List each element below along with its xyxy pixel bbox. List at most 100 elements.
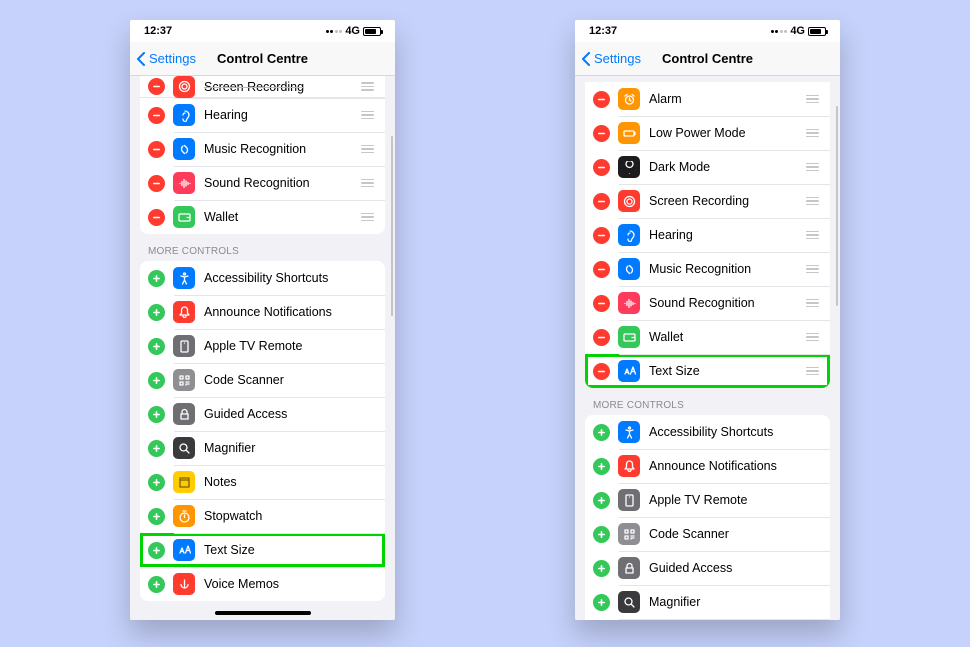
- remove-button[interactable]: [593, 363, 610, 380]
- accessibility-icon: [618, 421, 640, 443]
- drag-handle[interactable]: [804, 129, 820, 138]
- add-button[interactable]: [148, 270, 165, 287]
- remove-button[interactable]: [148, 209, 165, 226]
- list-row[interactable]: Sound Recognition: [585, 286, 830, 320]
- remove-button[interactable]: [148, 107, 165, 124]
- add-button[interactable]: [148, 474, 165, 491]
- add-button[interactable]: [148, 304, 165, 321]
- list-row[interactable]: Notes: [140, 465, 385, 499]
- scrollbar[interactable]: [836, 106, 838, 306]
- back-button[interactable]: Settings: [581, 51, 641, 66]
- drag-handle[interactable]: [804, 163, 820, 172]
- add-button[interactable]: [593, 526, 610, 543]
- drag-handle[interactable]: [804, 197, 820, 206]
- list-row[interactable]: Low Power Mode: [585, 116, 830, 150]
- drag-handle[interactable]: [804, 265, 820, 274]
- row-label: Accessibility Shortcuts: [649, 425, 822, 439]
- list-row[interactable]: Code Scanner: [140, 363, 385, 397]
- drag-handle[interactable]: [359, 179, 375, 188]
- notes-icon: [173, 471, 195, 493]
- add-button[interactable]: [148, 440, 165, 457]
- scrollbar[interactable]: [391, 136, 393, 316]
- remove-button[interactable]: [593, 91, 610, 108]
- list-row[interactable]: Accessibility Shortcuts: [585, 415, 830, 449]
- more-list: Accessibility Shortcuts Announce Notifica…: [140, 261, 385, 601]
- row-label: Text Size: [649, 364, 804, 378]
- row-label: Stopwatch: [204, 509, 377, 523]
- drag-handle[interactable]: [804, 95, 820, 104]
- list-row[interactable]: Voice Memos: [140, 567, 385, 601]
- drag-handle[interactable]: [804, 299, 820, 308]
- qr-icon: [173, 369, 195, 391]
- list-row[interactable]: Guided Access: [140, 397, 385, 431]
- list-row[interactable]: Music Recognition: [585, 252, 830, 286]
- add-button[interactable]: [593, 594, 610, 611]
- drag-handle[interactable]: [804, 231, 820, 240]
- drag-handle[interactable]: [359, 213, 375, 222]
- soundwave-icon: [618, 292, 640, 314]
- row-label: Announce Notifications: [204, 305, 377, 319]
- add-button[interactable]: [593, 458, 610, 475]
- section-more-label: MORE CONTROLS: [130, 234, 395, 261]
- row-label: Music Recognition: [204, 142, 359, 156]
- list-row[interactable]: Dark Mode: [585, 150, 830, 184]
- content-left[interactable]: Screen Recording Hearing Music Recognitio…: [130, 76, 395, 620]
- drag-handle[interactable]: [359, 82, 375, 91]
- add-button[interactable]: [148, 372, 165, 389]
- list-row[interactable]: Notes: [585, 619, 830, 620]
- remove-button[interactable]: [593, 125, 610, 142]
- remove-button[interactable]: [593, 329, 610, 346]
- phone-right: 12:37 4G Settings Control Centre AlarmLo…: [575, 20, 840, 620]
- list-row-partial[interactable]: Screen Recording: [140, 76, 385, 98]
- add-button[interactable]: [148, 542, 165, 559]
- drag-handle[interactable]: [804, 367, 820, 376]
- row-label: Announce Notifications: [649, 459, 822, 473]
- list-row[interactable]: Apple TV Remote: [140, 329, 385, 363]
- list-row[interactable]: Stopwatch: [140, 499, 385, 533]
- list-row[interactable]: Text Size: [585, 354, 830, 388]
- row-label: Low Power Mode: [649, 126, 804, 140]
- remove-button[interactable]: [148, 141, 165, 158]
- drag-handle[interactable]: [359, 145, 375, 154]
- list-row[interactable]: Screen Recording: [585, 184, 830, 218]
- list-row[interactable]: Announce Notifications: [140, 295, 385, 329]
- record-icon: [618, 190, 640, 212]
- wallet-icon: [173, 206, 195, 228]
- back-button[interactable]: Settings: [136, 51, 196, 66]
- add-button[interactable]: [148, 508, 165, 525]
- list-row[interactable]: Code Scanner: [585, 517, 830, 551]
- list-row[interactable]: Magnifier: [140, 431, 385, 465]
- remove-button[interactable]: [148, 78, 165, 95]
- drag-handle[interactable]: [804, 333, 820, 342]
- drag-handle[interactable]: [359, 111, 375, 120]
- add-button[interactable]: [148, 406, 165, 423]
- remove-button[interactable]: [593, 261, 610, 278]
- home-indicator[interactable]: [215, 611, 311, 615]
- remove-button[interactable]: [593, 227, 610, 244]
- remove-button[interactable]: [148, 175, 165, 192]
- list-row[interactable]: Wallet: [585, 320, 830, 354]
- list-row[interactable]: Hearing: [585, 218, 830, 252]
- add-button[interactable]: [593, 424, 610, 441]
- list-row[interactable]: Guided Access: [585, 551, 830, 585]
- list-row[interactable]: Alarm: [585, 82, 830, 116]
- list-row[interactable]: Text Size: [140, 533, 385, 567]
- list-row[interactable]: Announce Notifications: [585, 449, 830, 483]
- content-right[interactable]: Alarm Low Power Mode Dark ModeScreen Recor…: [575, 76, 840, 620]
- list-row[interactable]: Accessibility Shortcuts: [140, 261, 385, 295]
- row-label: Guided Access: [649, 561, 822, 575]
- list-row[interactable]: Hearing: [140, 98, 385, 132]
- list-row[interactable]: Apple TV Remote: [585, 483, 830, 517]
- add-button[interactable]: [593, 492, 610, 509]
- list-row[interactable]: Sound Recognition: [140, 166, 385, 200]
- add-button[interactable]: [148, 576, 165, 593]
- list-row[interactable]: Music Recognition: [140, 132, 385, 166]
- list-row[interactable]: Magnifier: [585, 585, 830, 619]
- list-row[interactable]: Wallet: [140, 200, 385, 234]
- status-bar: 12:37 4G: [575, 20, 840, 42]
- remove-button[interactable]: [593, 159, 610, 176]
- add-button[interactable]: [148, 338, 165, 355]
- add-button[interactable]: [593, 560, 610, 577]
- remove-button[interactable]: [593, 193, 610, 210]
- remove-button[interactable]: [593, 295, 610, 312]
